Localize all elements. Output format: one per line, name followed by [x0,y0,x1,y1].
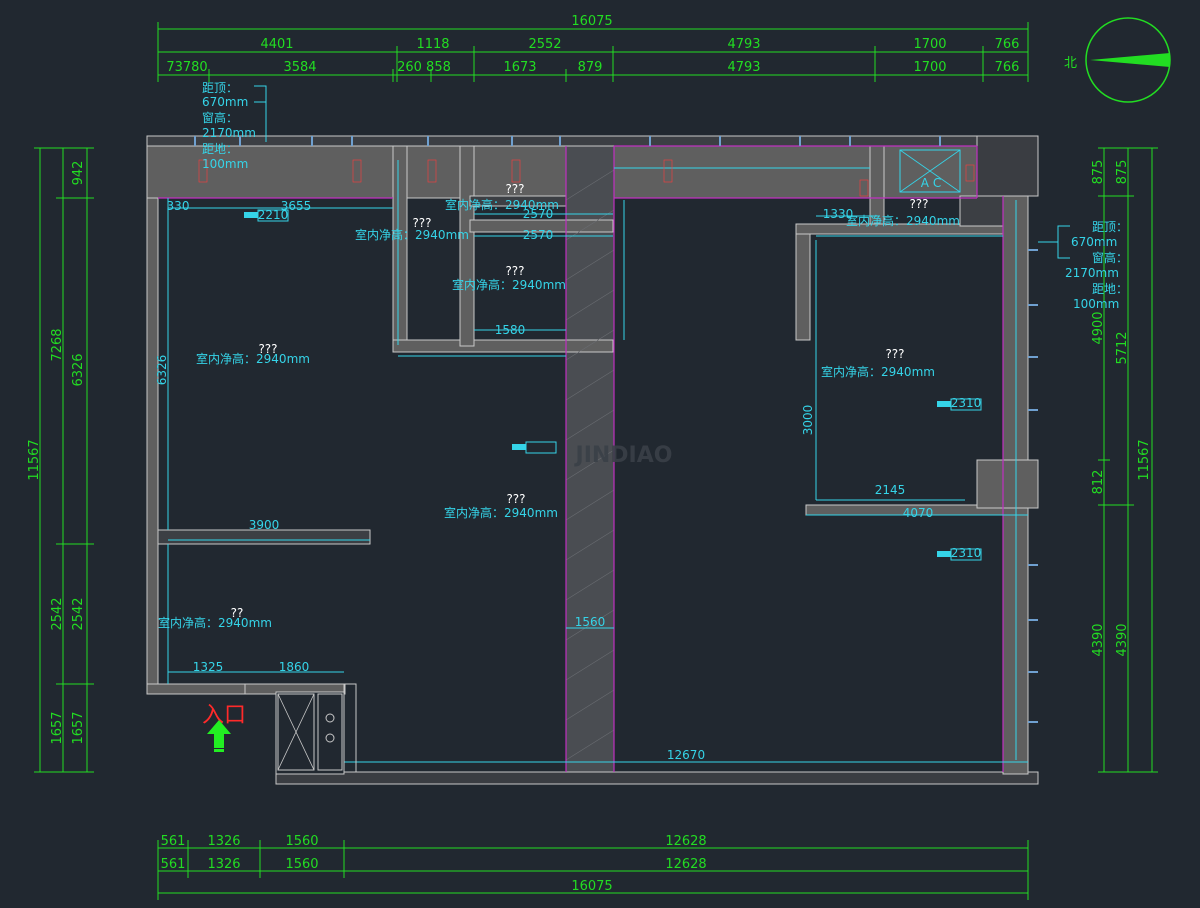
room-name: ??? [885,347,904,361]
inner-dim: 3000 [801,405,815,436]
dim-bottom-row1: 561 1326 1560 12628 [161,834,707,849]
compass-label: 北 [1064,56,1077,71]
window-note-right: 距顶： 670mm 窗高： 2170mm 距地： 100mm [1038,220,1128,311]
ac-label: A C [921,176,941,190]
watermark: JINDIAO [574,443,673,468]
dim-label: 1700 [913,60,946,75]
inner-dim: 330 [167,199,190,213]
floor-plan-drawing: 16075 4401 1118 2552 4793 1700 766 73780… [27,14,1171,900]
dim-label: 812 [1091,470,1106,495]
inner-dim: 4070 [903,506,934,520]
dim-label: 2552 [528,37,561,52]
room-name: ??? [505,182,524,196]
dim-top-row2: 73780 3584 260 858 1673 879 4793 1700 76… [166,60,1019,75]
note-line: 100mm [1073,297,1119,311]
room-name: ??? [505,264,524,278]
room-height: 室内净高：2940mm [445,197,559,212]
left-dimension-chains [34,147,94,773]
dim-label: 4793 [727,37,760,52]
dim-label: 1326 [207,834,240,849]
dim-label: 4390 [1091,623,1106,656]
socket-label: 2310 [951,546,982,560]
dim-label: 73780 [166,60,207,75]
dim-bottom-total: 16075 [571,879,612,894]
dim-label: 875 [1115,160,1130,185]
inner-dim: 12670 [667,748,705,762]
room-label-group: ??? 室内净高：2940mm ??? 室内净高：2940mm ??? 室内净高… [158,182,960,630]
dim-label: 2542 [50,597,65,630]
dim-label: 561 [161,857,186,872]
note-line: 2170mm [202,126,256,140]
room-name: ??? [506,492,525,506]
dim-right-total: 11567 [1137,439,1152,480]
inner-dim: 1325 [193,660,224,674]
note-line: 距地： [1092,282,1128,296]
dim-label: 12628 [665,834,706,849]
north-compass-icon [1085,17,1171,103]
dim-label: 766 [995,60,1020,75]
dim-label: 4900 [1091,311,1106,344]
inner-dim: 2145 [875,483,906,497]
note-line: 2170mm [1065,266,1119,280]
note-line: 670mm [1071,235,1117,249]
dim-label: 561 [161,834,186,849]
dim-label: 766 [995,37,1020,52]
dim-label: 1118 [416,37,449,52]
dim-label: 6326 [71,353,86,386]
inner-dim: 6326 [155,355,169,386]
dim-label: 1560 [285,857,318,872]
dim-bottom-row2: 561 1326 1560 12628 [161,857,707,872]
entrance-label: 入口 [202,703,246,728]
dim-left-total: 11567 [27,439,42,480]
dim-top-row1: 4401 1118 2552 4793 1700 766 [260,37,1019,52]
room-height: 室内净高：2940mm [196,351,310,366]
room-name: ??? [909,197,928,211]
dim-label: 3584 [283,60,316,75]
socket-label: 2310 [951,396,982,410]
dim-label: 5712 [1115,331,1130,364]
room-height: 室内净高：2940mm [355,227,469,242]
dim-label: 12628 [665,857,706,872]
note-line: 100mm [202,157,248,171]
dim-label: 4401 [260,37,293,52]
room-height: 室内净高：2940mm [846,213,960,228]
socket-label: 2210 [258,208,289,222]
note-line: 窗高： [202,110,238,125]
dim-label: 875 [1091,160,1106,185]
inner-dim: 1860 [279,660,310,674]
dim-label: 1657 [50,711,65,744]
dim-top-total: 16075 [571,14,612,29]
room-height: 室内净高：2940mm [821,364,935,379]
note-line: 距顶： [202,81,238,95]
dim-label: 1673 [503,60,536,75]
dim-label: 1326 [207,857,240,872]
dim-label: 879 [578,60,603,75]
dim-label: 1700 [913,37,946,52]
dim-label: 942 [71,161,86,186]
inner-dim: 3900 [249,518,280,532]
inner-dim: 1580 [495,323,526,337]
dim-label: 7268 [50,328,65,361]
room-height: 室内净高：2940mm [444,505,558,520]
dim-label: 2542 [71,597,86,630]
note-line: 距地： [202,142,238,156]
dim-label: 1657 [71,711,86,744]
note-line: 窗高： [1092,250,1128,265]
dim-label: 4793 [727,60,760,75]
socket-icon [512,441,557,454]
dim-label: 1560 [285,834,318,849]
dim-label: 4390 [1115,623,1130,656]
room-height: 室内净高：2940mm [158,615,272,630]
inner-dim: 1560 [575,615,606,629]
inner-dim: 2570 [523,228,554,242]
room-height: 室内净高：2940mm [452,277,566,292]
dim-label: 260 858 [397,60,451,75]
note-line: 670mm [202,95,248,109]
note-line: 距顶： [1092,220,1128,234]
